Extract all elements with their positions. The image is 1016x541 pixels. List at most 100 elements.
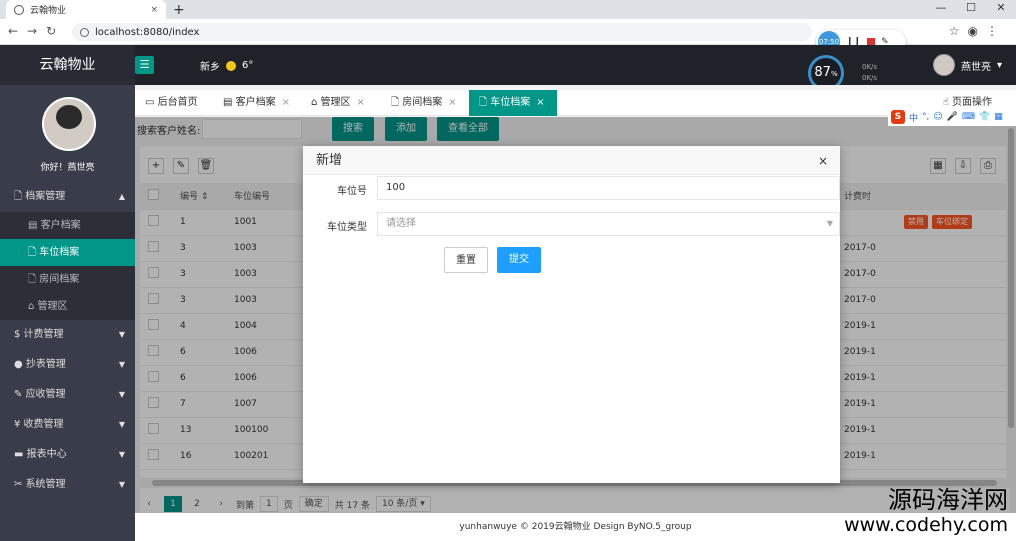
field-parking-no-label: 车位号 [337, 186, 367, 197]
sidebar-item-label: 抄表管理 [25, 359, 66, 370]
sidebar-item-charges[interactable]: ¥ 收费管理 ▼ [0, 410, 135, 440]
upload-speed: 0K/s [862, 63, 878, 71]
caret-down-icon: ▼ [118, 420, 125, 429]
browser-tab[interactable]: 云翰物业 × [6, 0, 166, 19]
sidebar-sub-area[interactable]: ⌂ 管理区 [0, 293, 135, 320]
skin-icon[interactable]: 👕 [979, 112, 990, 122]
file-icon: 🗋 [391, 97, 403, 108]
page-ops-label: 页面操作 [952, 97, 992, 108]
keyboard-icon[interactable]: ⌨ [962, 112, 975, 122]
tools-icon: ✂ [14, 479, 26, 490]
emoji-icon[interactable]: ☺ [933, 112, 942, 122]
file-icon: 🗋 [479, 97, 491, 108]
minimize-button[interactable]: — [926, 0, 956, 16]
user-name: 燕世亮 [960, 61, 991, 73]
file-icon: 🗋 [28, 247, 40, 258]
parking-no-input[interactable]: 100 [377, 176, 840, 200]
chevron-down-icon: ▼ [826, 219, 833, 228]
sidebar-sub-customer[interactable]: ▤ 客户档案 [0, 212, 135, 239]
ime-mode-icon[interactable]: 中 [909, 111, 918, 124]
close-icon[interactable]: × [818, 154, 828, 168]
tab-customer[interactable]: ▤ 客户档案 × [213, 90, 301, 116]
gauge-unit: % [830, 70, 838, 78]
browser-tab-title: 云翰物业 [30, 6, 67, 16]
nav-buttons[interactable]: ←→↻ [8, 24, 65, 38]
maximize-button[interactable]: ☐ [956, 0, 986, 16]
sidebar-item-receivable[interactable]: ✎ 应收管理 ▼ [0, 380, 135, 410]
grid-icon[interactable]: ▦ [994, 112, 1003, 122]
monitor-icon: ▬ [14, 449, 27, 460]
yen-icon: ¥ [14, 419, 24, 430]
monitor-icon: ▭ [145, 97, 158, 108]
dot-icon: ● [14, 359, 26, 370]
app-header: 云翰物业 ☰ 新乡 6° 87% 0K/s 0K/s 燕世亮 ▾ [0, 45, 1016, 91]
sidebar-item-reports[interactable]: ▬ 报表中心 ▼ [0, 440, 135, 470]
info-icon[interactable] [80, 27, 89, 37]
close-icon[interactable]: × [282, 97, 290, 108]
sidebar-item-meter[interactable]: ● 抄表管理 ▼ [0, 350, 135, 380]
sidebar: 你好！燕世亮 🗋 档案管理 ▲ ▤ 客户档案 🗋 车位档案 🗋 房间档案 ⌂ 管理… [0, 85, 135, 541]
sidebar-item-label: 系统管理 [25, 479, 66, 490]
caret-down-icon: ▼ [118, 360, 125, 369]
mic-icon[interactable]: 🎤 [947, 112, 958, 122]
caret-down-icon: ▾ [996, 59, 1002, 71]
menu-toggle-button[interactable]: ☰ [135, 56, 154, 74]
browser-actions[interactable]: ☆◉⋮ [949, 24, 1006, 38]
weather-widget: 新乡 6° [200, 58, 253, 73]
sidebar-sub-room[interactable]: 🗋 房间档案 [0, 266, 135, 293]
field-parking-type-label: 车位类型 [327, 222, 367, 233]
parking-type-select[interactable]: 请选择 ▼ [377, 212, 840, 236]
weather-city: 新乡 [200, 62, 220, 73]
user-menu[interactable]: 燕世亮 ▾ [932, 54, 1002, 76]
close-window-button[interactable]: ✕ [986, 0, 1016, 16]
file-icon: 🗋 [28, 274, 40, 285]
sidebar-item-label: 应收管理 [25, 389, 66, 400]
caret-down-icon: ▼ [118, 330, 125, 339]
sidebar-item-label: 管理区 [37, 301, 68, 312]
tab-label: 管理区 [320, 97, 351, 108]
sidebar-item-label: 档案管理 [25, 191, 66, 202]
caret-up-icon: ▲ [118, 192, 125, 201]
page-tabs: ▭ 后台首页 ▤ 客户档案 × ⌂ 管理区 × 🗋 房间档案 × 🗋 车位档案 × ☝ … [135, 90, 1016, 116]
doc-icon: ▤ [223, 97, 236, 108]
close-icon[interactable]: × [536, 97, 544, 108]
doc-icon: ▤ [28, 220, 41, 231]
tab-parking[interactable]: 🗋 车位档案 × [469, 90, 557, 116]
sidebar-item-label: 收费管理 [23, 419, 64, 430]
submit-button[interactable]: 提交 [497, 247, 541, 273]
sidebar-item-label: 报表中心 [26, 449, 67, 460]
sidebar-item-label: 计费管理 [23, 329, 64, 340]
sidebar-item-label: 车位档案 [39, 247, 80, 258]
new-tab-button[interactable]: + [173, 2, 185, 18]
watermark-line2: www.codehy.com [844, 514, 1008, 536]
tab-home[interactable]: ▭ 后台首页 [135, 90, 215, 116]
url-field[interactable]: localhost:8080/index [72, 23, 812, 41]
sidebar-sub-parking[interactable]: 🗋 车位档案 [0, 239, 135, 266]
ime-toolbar[interactable]: S 中 °, ☺ 🎤 ⌨ 👕 ▦ [888, 108, 1016, 126]
file-icon: 🗋 [14, 191, 26, 202]
sun-icon [226, 60, 236, 71]
sogou-icon[interactable]: S [891, 110, 905, 124]
sidebar-item-archives[interactable]: 🗋 档案管理 ▲ [0, 182, 135, 212]
close-icon[interactable]: × [357, 97, 365, 108]
sidebar-menu: 🗋 档案管理 ▲ ▤ 客户档案 🗋 车位档案 🗋 房间档案 ⌂ 管理区 $ 计费管… [0, 182, 135, 500]
browser-tab-strip: 云翰物业 × + — ☐ ✕ [0, 0, 1016, 19]
tab-room[interactable]: 🗋 房间档案 × [381, 90, 469, 116]
dialog-title: 新增 [303, 146, 840, 175]
address-bar-row: ←→↻ localhost:8080/index 07:50 ❙❙ ✎ ☆◉⋮ [0, 19, 1016, 54]
sidebar-item-billing[interactable]: $ 计费管理 ▼ [0, 320, 135, 350]
caret-down-icon: ▼ [118, 450, 125, 459]
edit-icon: ✎ [14, 389, 26, 400]
tab-area[interactable]: ⌂ 管理区 × [301, 90, 381, 116]
punctuation-icon[interactable]: °, [922, 112, 929, 122]
caret-down-icon: ▼ [118, 390, 125, 399]
close-icon[interactable]: × [448, 97, 456, 108]
hand-icon: ☝ [942, 97, 952, 108]
sidebar-avatar [42, 97, 96, 151]
url-text: localhost:8080/index [95, 26, 200, 38]
watermark: 源码海洋网 www.codehy.com [844, 487, 1008, 537]
sidebar-item-system[interactable]: ✂ 系统管理 ▼ [0, 470, 135, 500]
reset-button[interactable]: 重置 [444, 247, 488, 273]
tab-label: 后台首页 [157, 97, 198, 108]
close-tab-icon[interactable]: × [150, 5, 158, 15]
